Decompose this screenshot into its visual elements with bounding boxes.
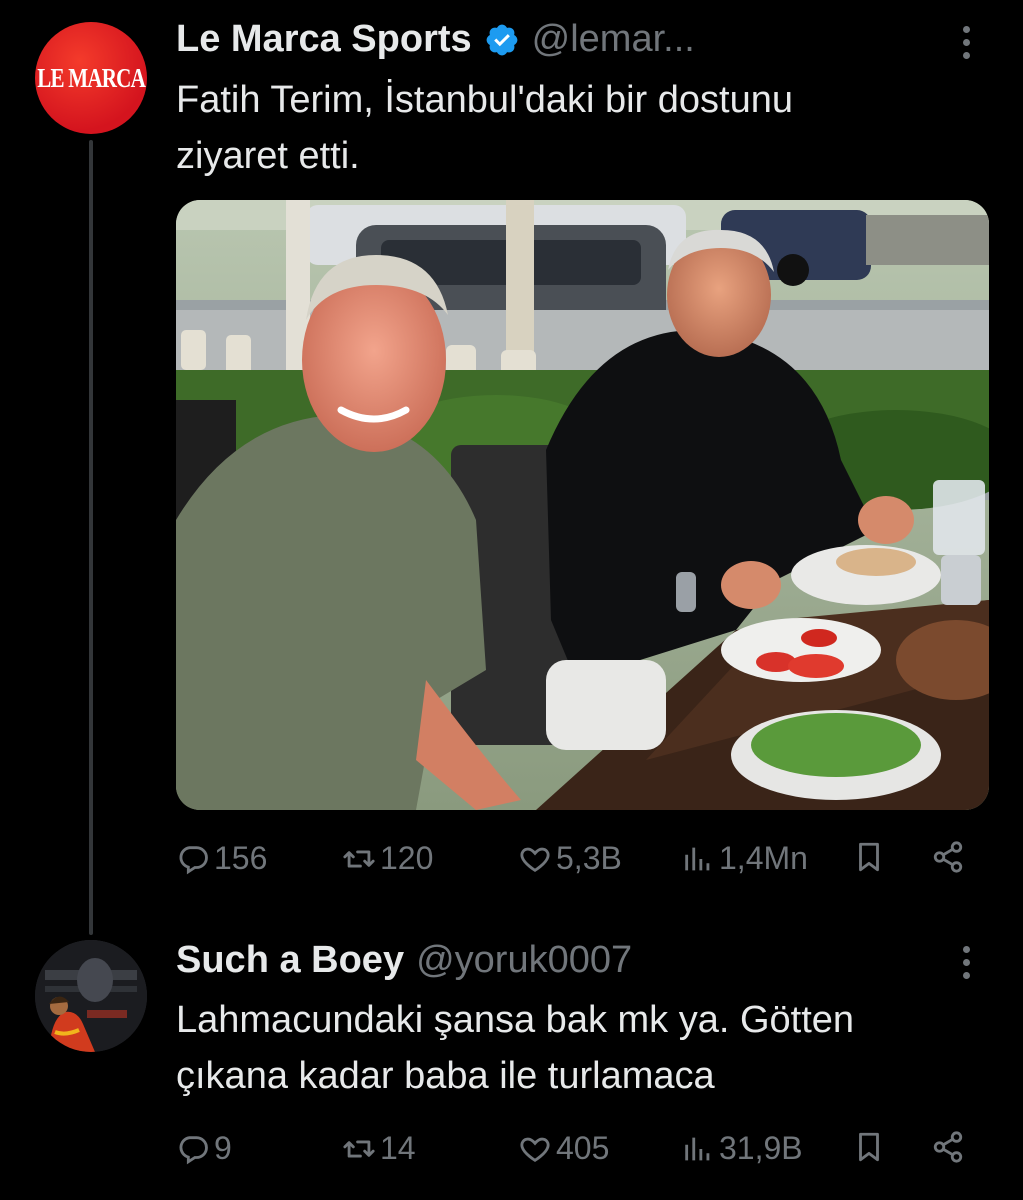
view-count: 31,9B xyxy=(719,1130,803,1166)
share-icon xyxy=(933,841,963,873)
author-name[interactable]: Le Marca Sports xyxy=(176,18,472,61)
photo-two-men-dining xyxy=(176,200,989,810)
reply-text-line: Lahmacundaki şansa bak mk ya. Götten xyxy=(176,999,855,1041)
share-icon xyxy=(933,1131,963,1163)
like-icon xyxy=(520,847,550,872)
reply-author-name[interactable]: Such a Boey xyxy=(176,939,404,982)
tweet-text-line: Fatih Terim, İstanbul'daki bir dostunu xyxy=(176,79,793,121)
tweet-text: Fatih Terim, İstanbul'daki bir dostunu z… xyxy=(176,72,793,184)
avatar-photo xyxy=(35,940,147,1052)
retweet-button[interactable]: 14 xyxy=(342,1130,416,1167)
reply-icon xyxy=(179,845,208,874)
reply-more-options-button[interactable] xyxy=(961,946,971,979)
retweet-button[interactable]: 120 xyxy=(342,840,433,877)
avatar-such-a-boey[interactable] xyxy=(35,940,147,1052)
tweet-actions: 156 120 5,3B 1,4Mn xyxy=(176,840,976,890)
views-button[interactable]: 31,9B xyxy=(681,1130,803,1167)
reply-actions: 9 14 405 31,9B xyxy=(176,1130,976,1180)
reply-button[interactable]: 9 xyxy=(176,1130,232,1167)
tweet-header: Le Marca Sports @lemar... xyxy=(176,18,695,61)
reply-count: 9 xyxy=(214,1130,232,1166)
more-icon xyxy=(962,946,970,953)
retweet-count: 120 xyxy=(380,840,434,876)
bookmark-button[interactable] xyxy=(852,840,886,874)
view-count: 1,4Mn xyxy=(719,840,808,876)
reply-author-handle[interactable]: @yoruk0007 xyxy=(416,939,632,982)
like-button[interactable]: 405 xyxy=(518,1130,609,1167)
views-icon xyxy=(685,847,710,870)
reply-icon xyxy=(179,1135,208,1164)
reply-text-line: çıkana kadar baba ile turlamaca xyxy=(176,1055,715,1097)
reply-header: Such a Boey @yoruk0007 xyxy=(176,939,632,982)
avatar-le-marca[interactable]: LE MARCA xyxy=(35,22,147,134)
like-count: 5,3B xyxy=(556,840,622,876)
bookmark-icon xyxy=(859,842,879,872)
retweet-icon xyxy=(343,1140,375,1157)
tweet-photo[interactable] xyxy=(176,200,989,810)
tweet-text-line: ziyaret etti. xyxy=(176,135,360,177)
reply-text: Lahmacundaki şansa bak mk ya. Götten çık… xyxy=(176,992,854,1104)
more-icon xyxy=(962,26,970,33)
like-icon xyxy=(520,1137,550,1162)
thread-connector-line xyxy=(89,140,93,935)
like-count: 405 xyxy=(556,1130,610,1166)
more-options-button[interactable] xyxy=(961,26,971,59)
share-button[interactable] xyxy=(931,840,965,874)
avatar-logo-text: LE MARCA xyxy=(37,62,146,93)
verified-badge-icon xyxy=(486,24,518,55)
like-button[interactable]: 5,3B xyxy=(518,840,622,877)
reply-count: 156 xyxy=(214,840,268,876)
retweet-icon xyxy=(343,850,375,867)
reply-button[interactable]: 156 xyxy=(176,840,267,877)
views-icon xyxy=(685,1137,710,1160)
views-button[interactable]: 1,4Mn xyxy=(681,840,808,877)
share-button[interactable] xyxy=(931,1130,965,1164)
bookmark-icon xyxy=(859,1132,879,1162)
bookmark-button[interactable] xyxy=(852,1130,886,1164)
retweet-count: 14 xyxy=(380,1130,416,1166)
author-handle[interactable]: @lemar... xyxy=(532,18,695,61)
